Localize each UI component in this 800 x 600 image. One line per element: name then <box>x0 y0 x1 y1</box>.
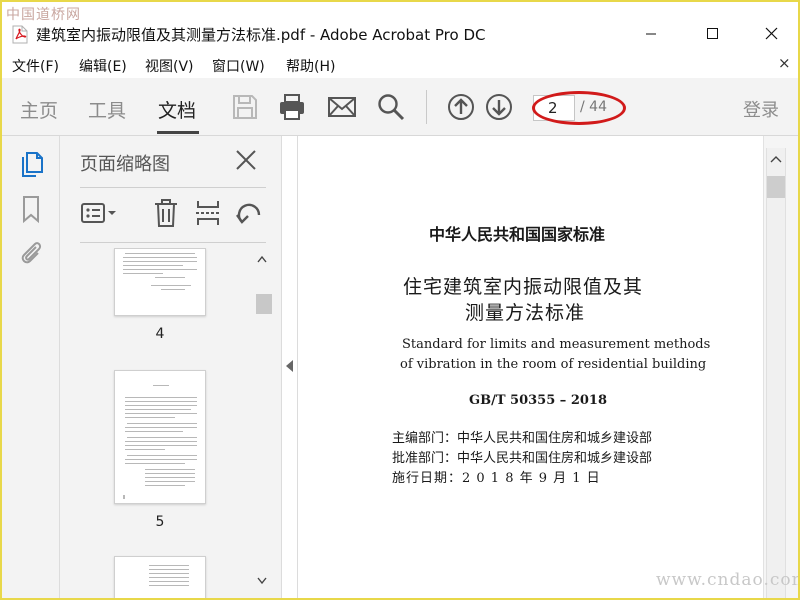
previous-page-icon[interactable] <box>446 92 476 122</box>
menu-window[interactable]: 窗口(W) <box>212 56 265 76</box>
english-title-line2: of vibration in the room of residential … <box>400 357 707 372</box>
menu-view[interactable]: 视图(V) <box>145 56 194 76</box>
extract-page-icon[interactable] <box>194 198 222 228</box>
tab-document[interactable]: 文档 <box>158 96 196 123</box>
tab-home[interactable]: 主页 <box>20 96 58 123</box>
tab-tools[interactable]: 工具 <box>88 96 126 123</box>
maximize-button[interactable] <box>690 16 736 52</box>
email-icon[interactable] <box>327 92 357 122</box>
menu-edit[interactable]: 编辑(E) <box>79 56 127 76</box>
window-title: 建筑室内振动限值及其测量方法标准.pdf - Adobe Acrobat Pro… <box>36 26 486 44</box>
thumbnail-page-label: 5 <box>155 514 165 530</box>
page-thumbnail[interactable] <box>114 370 206 504</box>
scrollbar-track[interactable] <box>766 148 786 598</box>
approval-department: 批准部门：中华人民共和国住房和城乡建设部 <box>392 451 653 466</box>
scroll-up-icon[interactable] <box>769 154 783 164</box>
panel-divider <box>80 187 266 188</box>
page-thumbnail[interactable] <box>114 556 206 598</box>
standard-code: GB/T 50355 – 2018 <box>469 393 607 408</box>
left-navigation-rail <box>2 136 60 598</box>
close-window-button[interactable] <box>748 16 794 52</box>
title-bar: 建筑室内振动限值及其测量方法标准.pdf - Adobe Acrobat Pro… <box>2 16 798 52</box>
page-thumbnail[interactable] <box>114 248 206 316</box>
panel-tools-divider <box>80 242 266 243</box>
application-window: 中国道桥网 建筑室内振动限值及其测量方法标准.pdf - Adobe Acrob… <box>0 0 800 600</box>
close-document-button[interactable]: × <box>778 54 791 72</box>
active-tab-indicator <box>157 131 199 134</box>
login-button[interactable]: 登录 <box>743 96 779 122</box>
thumbnail-scrollbar-thumb[interactable] <box>256 294 272 314</box>
document-title-line1: 住宅建筑室内振动限值及其 <box>403 276 644 298</box>
bookmark-icon[interactable] <box>18 194 44 224</box>
document-title-line2: 测量方法标准 <box>465 302 586 324</box>
page-thumbnails-panel: 页面缩略图 4 5 <box>60 136 282 598</box>
search-icon[interactable] <box>376 92 406 122</box>
standard-type: 中华人民共和国国家标准 <box>429 225 606 244</box>
english-title-line1: Standard for limits and measurement meth… <box>402 337 711 352</box>
delete-page-icon[interactable] <box>152 198 180 228</box>
menu-file[interactable]: 文件(F) <box>12 56 59 76</box>
save-icon[interactable] <box>230 92 260 122</box>
document-scrollbar[interactable] <box>763 136 798 598</box>
toolbar-separator <box>426 90 427 124</box>
options-menu-icon[interactable] <box>80 198 120 228</box>
collapse-panel-icon[interactable] <box>286 360 294 372</box>
minimize-button[interactable] <box>628 16 674 52</box>
watermark-top: 中国道桥网 <box>6 7 81 23</box>
attachment-icon[interactable] <box>18 238 44 268</box>
close-panel-icon[interactable] <box>234 148 258 172</box>
maximize-icon <box>707 28 718 39</box>
thumbnail-page-label: 4 <box>155 326 165 342</box>
highlight-annotation <box>532 91 626 125</box>
thumbnail-list: 4 5 <box>80 248 252 598</box>
toolbar: 主页 工具 文档 2 / 44 登录 <box>2 78 798 136</box>
pdf-file-icon <box>12 25 28 44</box>
implementation-date: 施行日期：2 0 1 8 年 9 月 1 日 <box>392 471 601 486</box>
document-view: 中华人民共和国国家标准 住宅建筑室内振动限值及其 测量方法标准 Standard… <box>297 136 763 598</box>
rotate-page-icon[interactable] <box>234 198 264 228</box>
menu-bar: 文件(F) 编辑(E) 视图(V) 窗口(W) 帮助(H) × <box>2 52 798 78</box>
panel-title: 页面缩略图 <box>80 154 170 175</box>
watermark-bottom: www.cndao.com <box>656 570 800 590</box>
menu-help[interactable]: 帮助(H) <box>286 56 335 76</box>
page-thumbnails-icon[interactable] <box>18 150 44 180</box>
chief-editor-department: 主编部门：中华人民共和国住房和城乡建设部 <box>392 431 653 446</box>
print-icon[interactable] <box>277 92 307 122</box>
close-icon <box>765 27 778 40</box>
minimize-icon <box>646 33 656 35</box>
next-page-icon[interactable] <box>484 92 514 122</box>
scrollbar-thumb[interactable] <box>767 176 785 198</box>
